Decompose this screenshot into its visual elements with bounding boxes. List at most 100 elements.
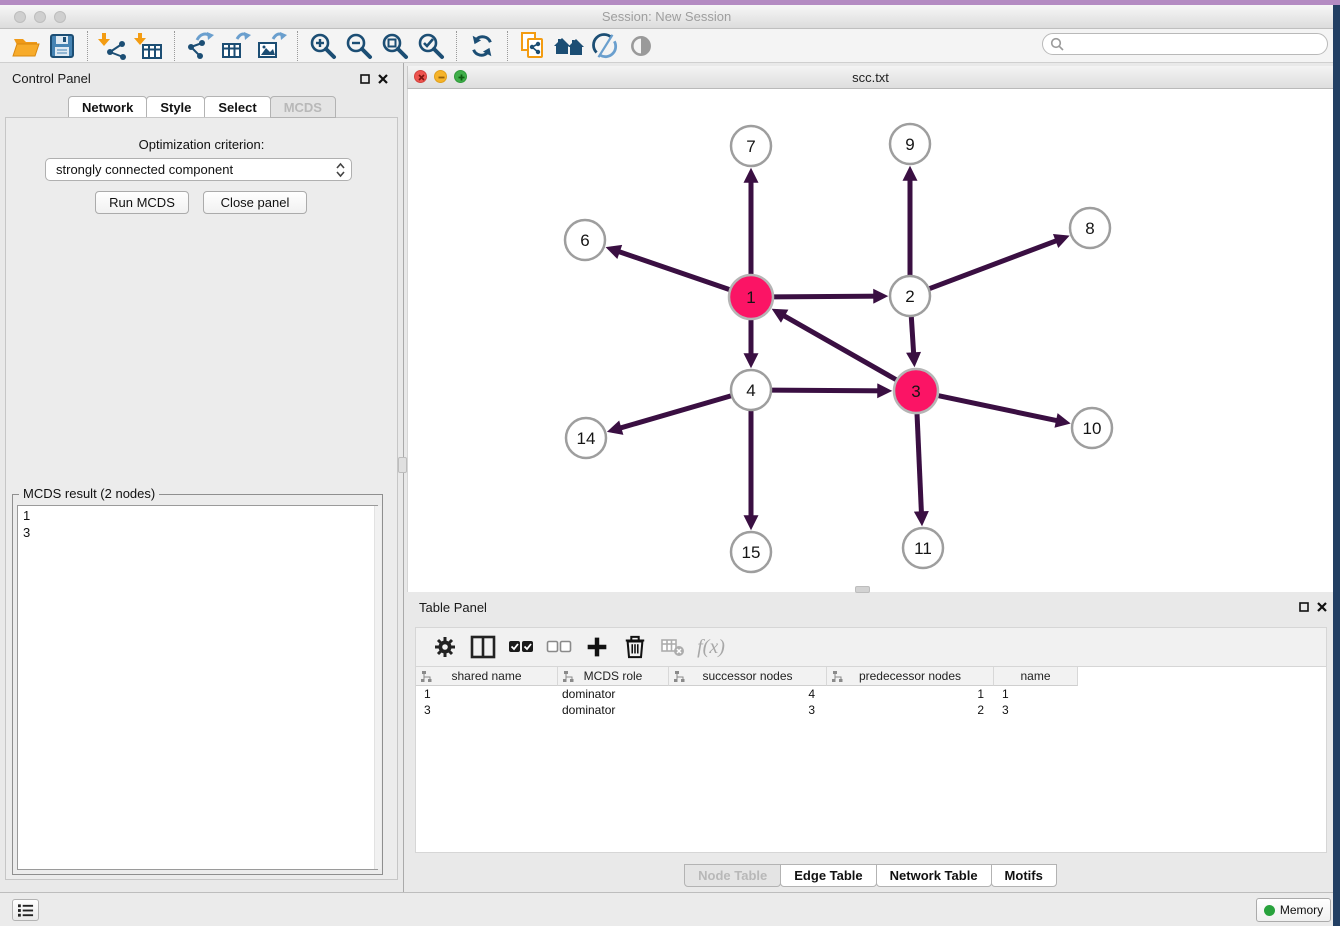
mcds-result-title: MCDS result (2 nodes) <box>19 486 159 501</box>
tab-select[interactable]: Select <box>204 96 270 118</box>
network-canvas[interactable]: 1234678910111415 <box>407 89 1333 592</box>
graph-edge-3-1[interactable] <box>776 311 896 379</box>
mcds-result-group: MCDS result (2 nodes) 1 3 <box>12 494 383 875</box>
table-float-icon[interactable] <box>1297 600 1311 614</box>
run-mcds-button[interactable]: Run MCDS <box>95 191 189 214</box>
splitter-grip[interactable] <box>398 457 407 473</box>
delete-table-icon[interactable] <box>654 632 692 662</box>
network-window-title: scc.txt <box>408 70 1333 85</box>
mcds-result-text[interactable]: 1 3 <box>17 505 378 870</box>
table-row[interactable]: 3 dominator 3 2 3 <box>416 702 1326 718</box>
graph-edge-4-3[interactable] <box>772 390 887 391</box>
column-type-icon <box>421 671 432 682</box>
float-panel-icon[interactable] <box>358 72 372 86</box>
cell-successor-nodes[interactable]: 4 <box>669 687 827 701</box>
graph-node-label: 2 <box>905 287 914 306</box>
column-header[interactable]: MCDS role <box>558 667 669 686</box>
network-window-titlebar[interactable]: scc.txt <box>407 66 1333 89</box>
graph-edge-1-6[interactable] <box>611 249 730 290</box>
column-header[interactable]: shared name <box>416 667 558 686</box>
tab-network-table[interactable]: Network Table <box>876 864 992 887</box>
graph-node-label: 8 <box>1085 219 1094 238</box>
table-splitter-grip[interactable] <box>855 586 870 593</box>
criterion-dropdown[interactable]: strongly connected component <box>45 158 352 181</box>
apply-layout-icon[interactable] <box>464 31 500 61</box>
add-row-icon[interactable] <box>578 632 616 662</box>
toolbar-separator <box>456 31 457 61</box>
open-session-icon[interactable] <box>8 31 44 61</box>
task-history-button[interactable] <box>12 899 39 921</box>
graph-node-label: 11 <box>914 539 932 558</box>
desktop-background-right <box>1333 5 1340 926</box>
column-header[interactable]: successor nodes <box>669 667 827 686</box>
close-panel-icon[interactable] <box>376 72 390 86</box>
toolbar-separator <box>87 31 88 61</box>
graph-edge-2-8[interactable] <box>930 238 1065 289</box>
toolbar-separator <box>507 31 508 61</box>
tab-node-table[interactable]: Node Table <box>684 864 781 887</box>
export-image-icon[interactable] <box>254 31 290 61</box>
export-table-icon[interactable] <box>218 31 254 61</box>
tab-motifs[interactable]: Motifs <box>991 864 1057 887</box>
delete-row-icon[interactable] <box>616 632 654 662</box>
function-builder-icon[interactable]: f(x) <box>692 632 730 662</box>
cell-mcds-role[interactable]: dominator <box>558 687 669 701</box>
zoom-selected-icon[interactable] <box>413 31 449 61</box>
column-header[interactable]: name <box>994 667 1078 686</box>
cell-shared-name[interactable]: 3 <box>416 703 558 717</box>
cell-predecessor-nodes[interactable]: 2 <box>827 703 994 717</box>
search-field[interactable] <box>1042 33 1328 55</box>
table-close-icon[interactable] <box>1315 600 1329 614</box>
memory-label: Memory <box>1280 903 1323 917</box>
graph-edge-4-14[interactable] <box>612 396 731 431</box>
graph-edge-3-11[interactable] <box>917 414 922 521</box>
graph-edge-2-3[interactable] <box>911 317 914 362</box>
node-table: shared name MCDS role successor nodes pr… <box>415 667 1327 853</box>
clone-network-icon[interactable] <box>515 31 551 61</box>
table-panel-title: Table Panel <box>419 600 487 615</box>
result-scrollbar[interactable] <box>374 506 381 869</box>
toolbar-separator <box>174 31 175 61</box>
column-header[interactable]: predecessor nodes <box>827 667 994 686</box>
graph-edge-3-10[interactable] <box>939 396 1066 423</box>
criterion-value: strongly connected component <box>56 162 336 177</box>
cell-predecessor-nodes[interactable]: 1 <box>827 687 994 701</box>
tab-mcds[interactable]: MCDS <box>270 96 336 118</box>
memory-button[interactable]: Memory <box>1256 898 1331 922</box>
cell-mcds-role[interactable]: dominator <box>558 703 669 717</box>
control-panel-title: Control Panel <box>12 71 91 86</box>
toolbar-separator <box>297 31 298 61</box>
tab-network[interactable]: Network <box>68 96 147 118</box>
graph-node-label: 15 <box>742 543 761 562</box>
chevron-up-down-icon <box>336 162 345 178</box>
graph-edge-1-2[interactable] <box>774 296 883 297</box>
window-titlebar[interactable]: Session: New Session <box>0 5 1333 29</box>
select-all-checkbox-icon[interactable] <box>502 632 540 662</box>
home-view-icon[interactable] <box>551 31 587 61</box>
cell-shared-name[interactable]: 1 <box>416 687 558 701</box>
table-row[interactable]: 1 dominator 4 1 1 <box>416 686 1326 702</box>
cell-successor-nodes[interactable]: 3 <box>669 703 827 717</box>
list-icon <box>18 903 34 918</box>
unselect-all-checkbox-icon[interactable] <box>540 632 578 662</box>
search-input[interactable] <box>1068 36 1327 52</box>
graph-node-label: 6 <box>580 231 589 250</box>
zoom-out-icon[interactable] <box>341 31 377 61</box>
table-settings-icon[interactable] <box>426 632 464 662</box>
cell-name[interactable]: 3 <box>994 703 1078 717</box>
birdseye-view-icon[interactable] <box>623 31 659 61</box>
cell-name[interactable]: 1 <box>994 687 1078 701</box>
panel-splitter[interactable] <box>403 63 404 892</box>
tab-style[interactable]: Style <box>146 96 205 118</box>
zoom-in-icon[interactable] <box>305 31 341 61</box>
tab-edge-table[interactable]: Edge Table <box>780 864 876 887</box>
export-network-icon[interactable] <box>182 31 218 61</box>
import-network-icon[interactable] <box>95 31 131 61</box>
close-panel-button[interactable]: Close panel <box>203 191 307 214</box>
save-session-icon[interactable] <box>44 31 80 61</box>
panel-columns-icon[interactable] <box>464 632 502 662</box>
import-table-icon[interactable] <box>131 31 167 61</box>
zoom-fit-icon[interactable] <box>377 31 413 61</box>
style-preview-icon[interactable] <box>587 31 623 61</box>
column-type-icon <box>563 671 574 682</box>
